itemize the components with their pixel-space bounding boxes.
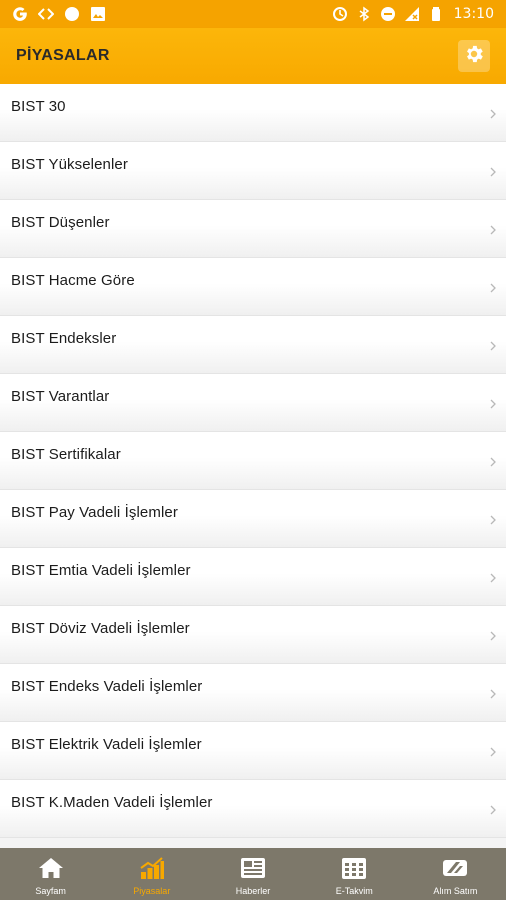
market-item-bist-endeksler[interactable]: BIST Endeksler — [0, 316, 506, 374]
market-item-bist-doviz-vadeli[interactable]: BIST Döviz Vadeli İşlemler — [0, 606, 506, 664]
market-item-label: BIST Endeksler — [11, 330, 117, 347]
chevron-right-icon — [490, 457, 496, 467]
tab-label: Piyasalar — [133, 886, 171, 896]
tab-piyasalar[interactable]: Piyasalar — [101, 848, 202, 900]
settings-button[interactable] — [458, 40, 490, 72]
chevron-right-icon — [490, 225, 496, 235]
tab-e-takvim[interactable]: E-Takvim — [304, 848, 405, 900]
page-title: PİYASALAR — [16, 47, 110, 64]
battery-icon — [428, 6, 444, 22]
market-item-bist-yukselenler[interactable]: BIST Yükselenler — [0, 142, 506, 200]
calendar-icon — [341, 856, 367, 880]
tab-label: Haberler — [235, 886, 271, 896]
market-item-bist-kmaden-vadeli[interactable]: BIST K.Maden Vadeli İşlemler — [0, 780, 506, 838]
status-bar: 13:10 — [0, 0, 506, 28]
g-icon — [12, 6, 28, 22]
market-item-bist-sertifikalar[interactable]: BIST Sertifikalar — [0, 432, 506, 490]
image-icon — [90, 6, 106, 22]
chevron-right-icon — [490, 515, 496, 525]
market-item-label: BIST Döviz Vadeli İşlemler — [11, 620, 190, 637]
bluetooth-icon — [356, 6, 372, 22]
bar-chart-icon — [139, 856, 165, 880]
tab-sayfam[interactable]: Sayfam — [0, 848, 101, 900]
no-signal-icon — [404, 6, 420, 22]
market-item-label: BIST Sertifikalar — [11, 446, 121, 463]
market-item-label: BIST Endeks Vadeli İşlemler — [11, 678, 203, 695]
trade-icon — [442, 856, 468, 880]
dnd-icon — [380, 6, 396, 22]
market-item-bist-30[interactable]: BIST 30 — [0, 84, 506, 142]
circle-icon — [64, 6, 80, 22]
tab-alim-satim[interactable]: Alım Satım — [405, 848, 506, 900]
code-icon — [38, 6, 54, 22]
chevron-right-icon — [490, 573, 496, 583]
tab-haberler[interactable]: Haberler — [202, 848, 303, 900]
chevron-right-icon — [490, 689, 496, 699]
market-item-bist-elektrik-vadeli[interactable]: BIST Elektrik Vadeli İşlemler — [0, 722, 506, 780]
status-time: 13:10 — [453, 6, 494, 22]
market-item-label: BIST Hacme Göre — [11, 272, 135, 289]
app-bar: PİYASALAR — [0, 28, 506, 84]
market-item-bist-hacme-gore[interactable]: BIST Hacme Göre — [0, 258, 506, 316]
sync-icon — [332, 6, 348, 22]
market-item-bist-varantlar[interactable]: BIST Varantlar — [0, 374, 506, 432]
market-item-bist-pay-vadeli[interactable]: BIST Pay Vadeli İşlemler — [0, 490, 506, 548]
market-item-label: BIST Emtia Vadeli İşlemler — [11, 562, 191, 579]
gear-icon — [463, 43, 485, 69]
market-item-label: BIST Elektrik Vadeli İşlemler — [11, 736, 202, 753]
chevron-right-icon — [490, 109, 496, 119]
chevron-right-icon — [490, 283, 496, 293]
home-icon — [38, 856, 64, 880]
market-item-label: BIST Varantlar — [11, 388, 110, 405]
market-item-label: BIST Yükselenler — [11, 156, 128, 173]
chevron-right-icon — [490, 341, 496, 351]
bottom-tab-bar: Sayfam Piyasalar Haberler E-Takvim Alım … — [0, 848, 506, 900]
chevron-right-icon — [490, 631, 496, 641]
market-item-bist-emtia-vadeli[interactable]: BIST Emtia Vadeli İşlemler — [0, 548, 506, 606]
chevron-right-icon — [490, 399, 496, 409]
tab-label: E-Takvim — [335, 886, 373, 896]
market-item-bist-dusenler[interactable]: BIST Düşenler — [0, 200, 506, 258]
news-icon — [240, 856, 266, 880]
market-item-label: BIST Düşenler — [11, 214, 110, 231]
market-item-bist-endeks-vadeli[interactable]: BIST Endeks Vadeli İşlemler — [0, 664, 506, 722]
chevron-right-icon — [490, 167, 496, 177]
chevron-right-icon — [490, 747, 496, 757]
chevron-right-icon — [490, 805, 496, 815]
tab-label: Sayfam — [35, 886, 66, 896]
market-item-label: BIST 30 — [11, 98, 66, 115]
tab-label: Alım Satım — [433, 886, 478, 896]
market-list: BIST 30 BIST Yükselenler BIST Düşenler B… — [0, 84, 506, 848]
market-item-label: BIST K.Maden Vadeli İşlemler — [11, 794, 213, 811]
market-item-label: BIST Pay Vadeli İşlemler — [11, 504, 178, 521]
